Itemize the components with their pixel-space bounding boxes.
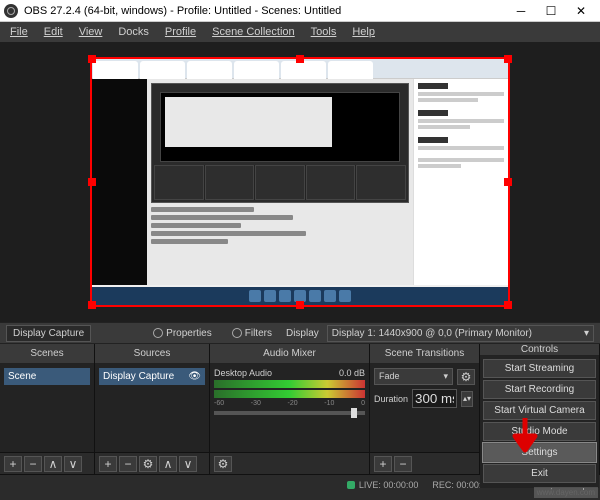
- display-select[interactable]: Display 1: 1440x900 @ 0,0 (Primary Monit…: [327, 325, 594, 342]
- menu-profile[interactable]: Profile: [157, 24, 204, 40]
- status-dot-icon: [347, 481, 355, 489]
- preview-area[interactable]: [0, 42, 600, 322]
- source-up-button[interactable]: ∧: [159, 456, 177, 472]
- source-settings-button[interactable]: ⚙: [139, 456, 157, 472]
- track-db: 0.0 dB: [339, 368, 365, 378]
- scenes-panel: Scenes Scene + − ∧ ∨: [0, 344, 95, 474]
- resize-handle[interactable]: [504, 301, 512, 309]
- remove-scene-button[interactable]: −: [24, 456, 42, 472]
- chevron-down-icon: ▾: [443, 371, 448, 382]
- menu-docks[interactable]: Docks: [110, 24, 157, 40]
- start-recording-button[interactable]: Start Recording: [483, 380, 596, 399]
- controls-panel: Controls Start Streaming Start Recording…: [480, 344, 600, 474]
- duration-stepper[interactable]: ▴▾: [461, 391, 473, 407]
- add-source-button[interactable]: +: [99, 456, 117, 472]
- source-toolbar: Display Capture Properties Filters Displ…: [0, 322, 600, 344]
- live-status: LIVE: 00:00:00: [359, 480, 419, 490]
- volume-slider[interactable]: [214, 411, 365, 415]
- obs-logo-icon: [4, 4, 18, 18]
- duration-input[interactable]: [412, 389, 457, 408]
- preview-canvas[interactable]: [90, 57, 510, 307]
- resize-handle[interactable]: [88, 178, 96, 186]
- add-scene-button[interactable]: +: [4, 456, 22, 472]
- exit-button[interactable]: Exit: [483, 464, 596, 483]
- resize-handle[interactable]: [88, 301, 96, 309]
- source-down-button[interactable]: ∨: [179, 456, 197, 472]
- transition-select[interactable]: Fade▾: [374, 368, 453, 385]
- maximize-button[interactable]: ☐: [536, 0, 566, 22]
- transition-settings-button[interactable]: ⚙: [457, 369, 475, 385]
- settings-button[interactable]: Settings: [483, 443, 596, 462]
- menu-bar: File Edit View Docks Profile Scene Colle…: [0, 22, 600, 42]
- display-label: Display: [286, 328, 319, 339]
- filters-button[interactable]: Filters: [226, 326, 278, 341]
- remove-transition-button[interactable]: −: [394, 456, 412, 472]
- controls-title: Controls: [480, 344, 599, 356]
- selected-source-label: Display Capture: [6, 325, 91, 342]
- audio-meter: [214, 380, 365, 388]
- scene-up-button[interactable]: ∧: [44, 456, 62, 472]
- selection-outline[interactable]: [90, 57, 510, 307]
- scene-item[interactable]: Scene: [4, 368, 90, 385]
- audio-mixer-panel: Audio Mixer Desktop Audio0.0 dB -60-30-2…: [210, 344, 370, 474]
- transitions-panel: Scene Transitions Fade▾ ⚙ Duration ▴▾ + …: [370, 344, 480, 474]
- menu-edit[interactable]: Edit: [36, 24, 71, 40]
- duration-label: Duration: [374, 394, 408, 404]
- mixer-track: Desktop Audio0.0 dB -60-30-20-100: [214, 368, 365, 415]
- audio-meter: [214, 390, 365, 398]
- remove-source-button[interactable]: −: [119, 456, 137, 472]
- scenes-title: Scenes: [0, 344, 94, 364]
- start-virtual-camera-button[interactable]: Start Virtual Camera: [483, 401, 596, 420]
- resize-handle[interactable]: [296, 301, 304, 309]
- minimize-button[interactable]: ─: [506, 0, 536, 22]
- resize-handle[interactable]: [504, 178, 512, 186]
- filters-icon: [232, 328, 242, 338]
- resize-handle[interactable]: [504, 55, 512, 63]
- studio-mode-button[interactable]: Studio Mode: [483, 422, 596, 441]
- scene-down-button[interactable]: ∨: [64, 456, 82, 472]
- add-transition-button[interactable]: +: [374, 456, 392, 472]
- source-item[interactable]: Display Capture 👁: [99, 368, 205, 385]
- watermark: www.dayen.com: [534, 487, 598, 498]
- sources-title: Sources: [95, 344, 209, 364]
- slider-thumb[interactable]: [351, 408, 357, 418]
- track-name: Desktop Audio: [214, 368, 272, 378]
- menu-view[interactable]: View: [71, 24, 111, 40]
- gear-icon: [153, 328, 163, 338]
- window-title: OBS 27.2.4 (64-bit, windows) - Profile: …: [24, 5, 506, 17]
- start-streaming-button[interactable]: Start Streaming: [483, 359, 596, 378]
- menu-tools[interactable]: Tools: [303, 24, 345, 40]
- menu-help[interactable]: Help: [344, 24, 383, 40]
- menu-scene-collection[interactable]: Scene Collection: [204, 24, 303, 40]
- mixer-title: Audio Mixer: [210, 344, 369, 364]
- resize-handle[interactable]: [88, 55, 96, 63]
- resize-handle[interactable]: [296, 55, 304, 63]
- menu-file[interactable]: File: [2, 24, 36, 40]
- chevron-down-icon: ▾: [584, 328, 589, 339]
- transitions-title: Scene Transitions: [370, 344, 479, 364]
- properties-button[interactable]: Properties: [147, 326, 218, 341]
- sources-panel: Sources Display Capture 👁 + − ⚙ ∧ ∨: [95, 344, 210, 474]
- mixer-settings-button[interactable]: ⚙: [214, 456, 232, 472]
- close-button[interactable]: ✕: [566, 0, 596, 22]
- visibility-toggle-icon[interactable]: 👁: [188, 371, 201, 382]
